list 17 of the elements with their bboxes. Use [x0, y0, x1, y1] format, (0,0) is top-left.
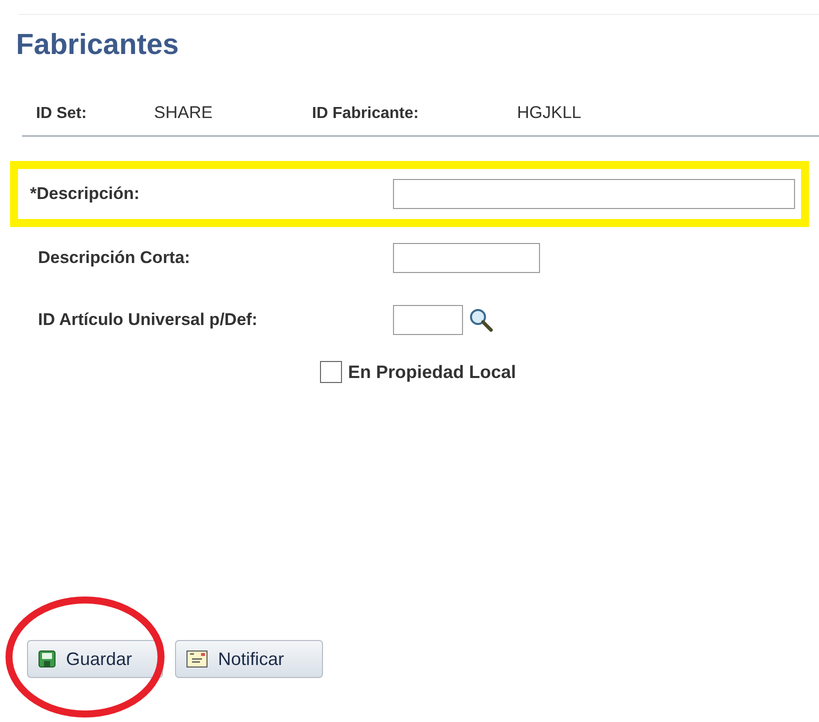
key-label: ID Fabricante: [312, 104, 420, 124]
key-label: ID Set: [36, 104, 88, 124]
field-label: ID Artículo Universal p/Def: [38, 308, 258, 331]
envelope-icon [186, 650, 208, 668]
checkbox-label: En Propiedad Local [348, 360, 516, 384]
page-title: Fabricantes [16, 31, 180, 60]
save-button[interactable]: Guardar [27, 640, 163, 678]
checkbox[interactable] [320, 361, 342, 383]
notify-button[interactable]: Notificar [175, 640, 323, 678]
key-value: SHARE [154, 102, 214, 124]
text-field[interactable] [393, 304, 463, 334]
text-field[interactable] [393, 178, 795, 208]
field-label: Descripción Corta: [38, 246, 192, 269]
field-label: *Descripción: [30, 182, 141, 205]
search-icon[interactable] [469, 308, 493, 332]
key-value: HGJKLL [517, 102, 582, 124]
text-field[interactable] [393, 242, 540, 272]
